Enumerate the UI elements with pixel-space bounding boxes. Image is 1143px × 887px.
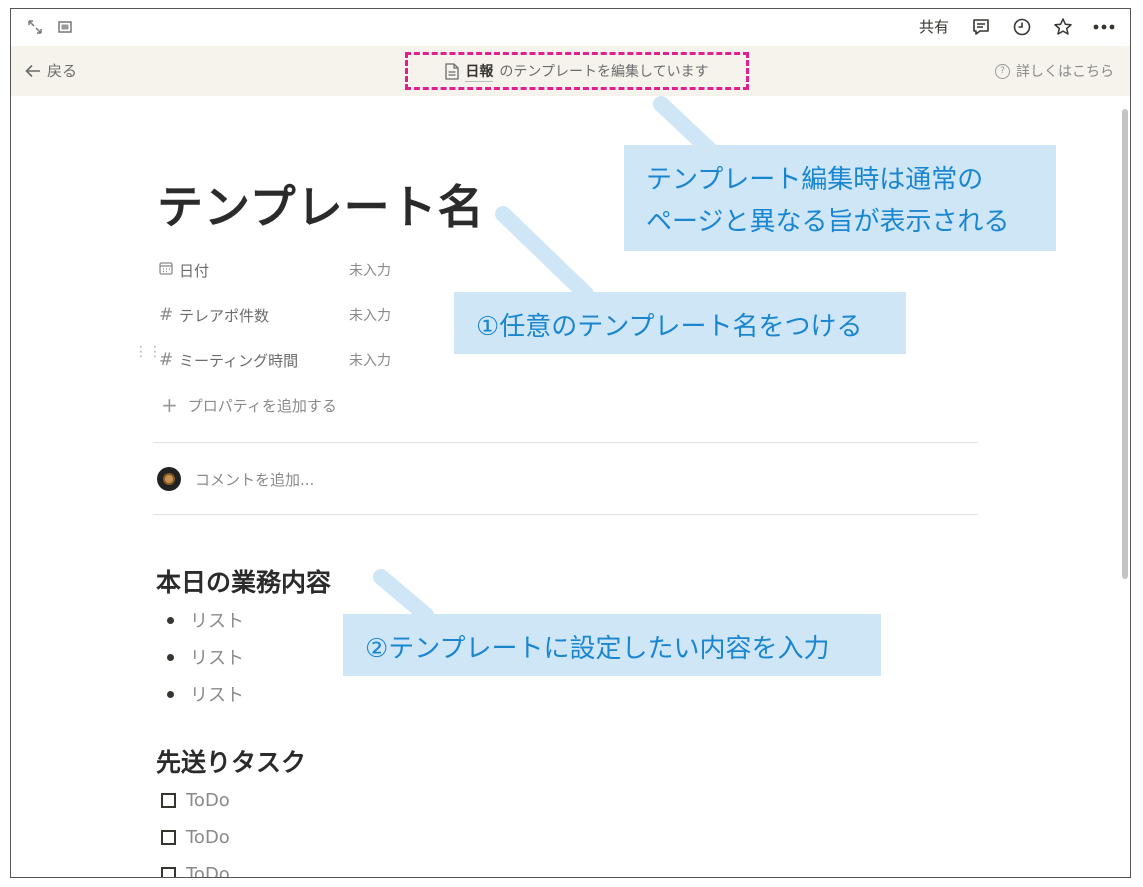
template-editing-notice: 日報 のテンプレートを編集しています [405,52,749,90]
todo-text: ToDo [186,864,230,878]
sidebar-toggle-icon[interactable] [55,17,75,37]
app-window: 共有 戻る 日報 のテンプレートを編集しています ? 詳しくはこちら テンプレー… [10,8,1131,878]
star-icon[interactable] [1053,17,1073,37]
clock-icon[interactable] [1012,17,1032,37]
connector-step2 [373,569,434,623]
comment-input[interactable]: コメントを追加... [157,467,314,491]
property-value[interactable]: 未入力 [349,260,391,280]
more-icon[interactable] [1091,17,1117,37]
todo-item[interactable]: ToDo [161,864,230,878]
back-button[interactable]: 戻る [25,60,77,81]
todo-text: ToDo [186,790,230,811]
list-item-text: リスト [190,611,244,632]
share-button[interactable]: 共有 [919,16,949,37]
comment-icon[interactable] [971,17,991,37]
property-row-meeting[interactable]: # ミーティング時間 未入力 [159,348,391,372]
bullet-icon [167,616,174,624]
list-item-text: リスト [190,648,244,669]
calendar-icon [159,260,179,280]
arrow-left-icon [25,64,40,77]
template-banner: 戻る 日報 のテンプレートを編集しています ? 詳しくはこちら [11,46,1130,96]
plus-icon: + [161,393,178,417]
add-property-button[interactable]: + プロパティを追加する [161,393,337,417]
list-item[interactable]: リスト [167,607,244,633]
template-name-link[interactable]: 日報 [465,61,494,82]
section-heading-deferred-tasks[interactable]: 先送りタスク [156,743,306,779]
divider [153,514,978,515]
learn-more-link[interactable]: ? 詳しくはこちら [995,61,1114,81]
page-icon [445,62,460,80]
add-property-label: プロパティを追加する [187,396,337,415]
editing-text: のテンプレートを編集しています [499,64,709,80]
bullet-icon [167,653,174,661]
list-item[interactable]: リスト [167,644,244,670]
todo-text: ToDo [186,827,230,848]
callout-banner-note: テンプレート編集時は通常の ページと異なる旨が表示される [624,145,1056,251]
drag-handle-icon[interactable]: ⋮⋮ [134,345,162,359]
callout-step1: ①任意のテンプレート名をつける [454,292,906,354]
property-row-teleapo[interactable]: # テレアポ件数 未入力 [159,303,391,327]
todo-item[interactable]: ToDo [161,790,230,811]
list-item[interactable]: リスト [167,681,244,707]
checkbox-icon[interactable] [161,867,176,877]
hash-icon: # [159,350,174,370]
scrollbar[interactable] [1122,109,1128,579]
section-heading-tasks-today[interactable]: 本日の業務内容 [156,563,331,599]
checkbox-icon[interactable] [161,830,176,845]
callout-line: テンプレート編集時は通常の [646,165,984,195]
property-name: ミーティング時間 [179,351,299,370]
property-value[interactable]: 未入力 [349,305,391,325]
expand-icon[interactable] [25,17,45,37]
question-icon: ? [995,63,1010,79]
top-bar: 共有 [11,9,1130,45]
bullet-icon [167,690,174,698]
property-value[interactable]: 未入力 [349,350,391,370]
property-name: テレアポ件数 [179,306,270,325]
property-row-date[interactable]: 日付 未入力 [159,258,391,282]
comment-placeholder: コメントを追加... [195,470,315,489]
divider [153,442,978,443]
connector-banner [653,96,719,159]
page-title[interactable]: テンプレート名 [157,171,485,237]
back-label: 戻る [47,62,78,80]
checkbox-icon[interactable] [161,793,176,808]
learn-more-label: 詳しくはこちら [1016,64,1114,80]
list-item-text: リスト [190,685,244,706]
hash-icon: # [159,305,174,325]
todo-item[interactable]: ToDo [161,827,230,848]
connector-step1 [495,206,594,302]
callout-step2: ②テンプレートに設定したい内容を入力 [343,614,881,676]
property-name: 日付 [179,261,210,280]
avatar [157,467,181,491]
callout-line: ページと異なる旨が表示される [646,207,1010,237]
